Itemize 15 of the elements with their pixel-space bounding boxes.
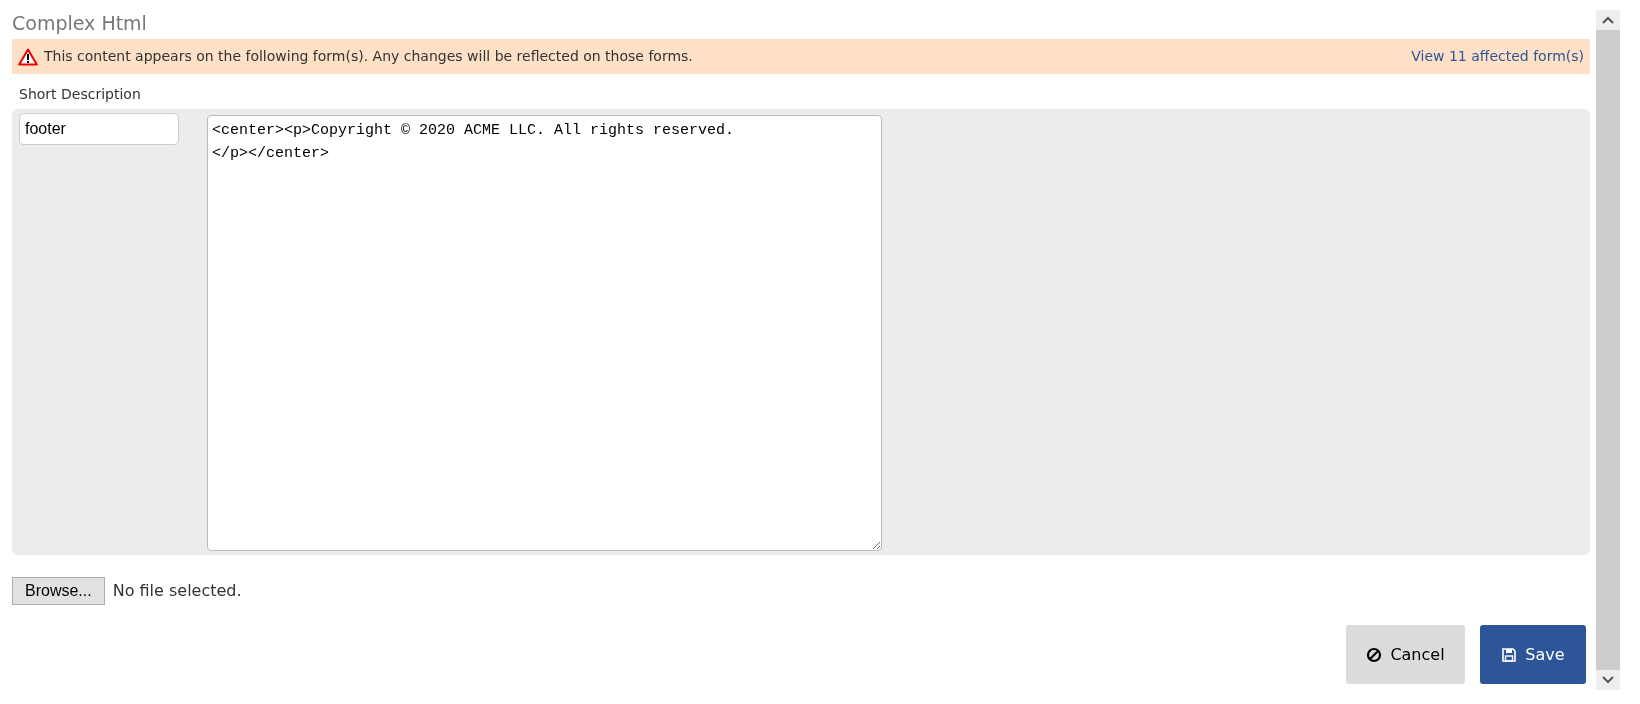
warning-message: This content appears on the following form(s). Any changes will be reflected on those forms. <box>44 47 693 66</box>
field-label: Short Description <box>18 85 142 104</box>
cancel-icon <box>1366 646 1383 663</box>
save-button[interactable]: Save <box>1480 625 1586 684</box>
file-status: No file selected. <box>112 580 242 602</box>
html-editor-field[interactable]: <center><p>Copyright © 2020 ACME LLC. All rights reserved. </p></center> <box>207 115 882 551</box>
scroll-up-icon[interactable] <box>1602 16 1614 24</box>
scrollbar[interactable] <box>1596 10 1620 690</box>
warning-icon <box>18 47 38 66</box>
cancel-button[interactable]: Cancel <box>1346 625 1465 684</box>
page-title: Complex Html <box>12 11 148 36</box>
affected-forms-link[interactable]: View 11 affected form(s) <box>1411 46 1584 67</box>
browse-button[interactable]: Browse... <box>12 577 105 605</box>
scroll-down-icon[interactable] <box>1602 676 1614 684</box>
short-description-field[interactable]: footer <box>19 113 179 145</box>
